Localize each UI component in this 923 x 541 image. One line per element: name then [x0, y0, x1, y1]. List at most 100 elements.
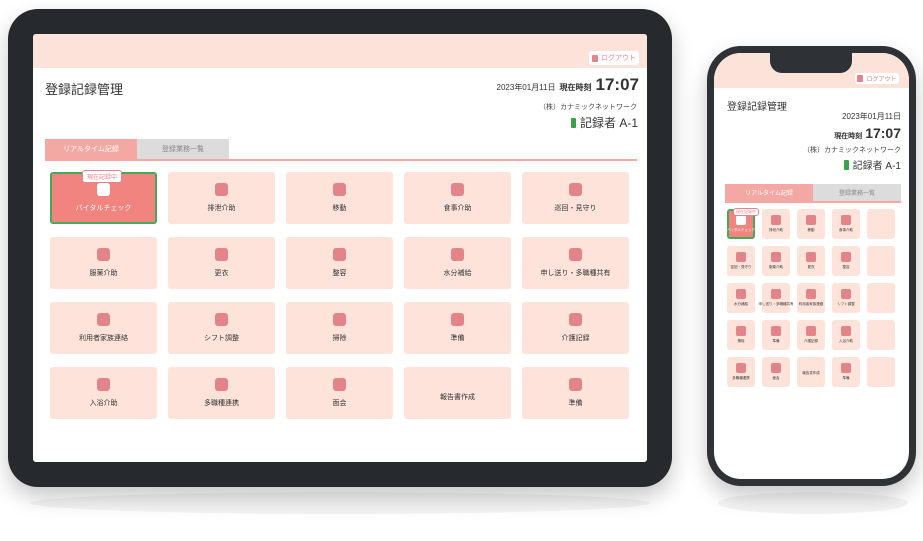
- task-tile[interactable]: 食事介助: [404, 172, 511, 224]
- recording-badge: 現在記録中: [733, 208, 759, 216]
- page-title: 登録記録管理: [727, 102, 787, 113]
- task-label: 掃除: [737, 339, 745, 343]
- task-tile[interactable]: 水分補給: [727, 283, 755, 313]
- task-label: シフト調整: [837, 302, 855, 306]
- recorder-name: 記録者 A-1: [579, 116, 638, 130]
- logout-icon: [592, 54, 598, 62]
- task-label: 水分補給: [734, 302, 748, 306]
- task-label: 申し送り・多職種共有: [758, 302, 794, 306]
- chat-icon: [215, 378, 228, 391]
- logout-button[interactable]: ログアウト: [589, 51, 639, 65]
- task-tile[interactable]: 食事介助: [832, 209, 860, 239]
- task-tile[interactable]: [867, 320, 895, 350]
- task-tile[interactable]: 準備: [832, 357, 860, 387]
- task-label: 水分補給: [443, 270, 472, 277]
- task-label: 整容: [332, 270, 347, 277]
- tab-realtime-record[interactable]: リアルタイム記録: [725, 184, 813, 201]
- current-time-label: 現在時刻: [559, 83, 592, 92]
- task-tile[interactable]: 排泄介助: [762, 209, 790, 239]
- mobile-phone-icon: [843, 159, 849, 170]
- task-label: 介護記録: [804, 339, 818, 343]
- task-tile[interactable]: 報告書作成: [404, 367, 511, 419]
- chat-icon: [736, 363, 746, 373]
- logout-icon: [857, 75, 864, 82]
- task-tile[interactable]: 介護記録: [522, 302, 629, 354]
- task-tile[interactable]: 準備: [522, 367, 629, 419]
- time-row: 現在時刻 17:07: [834, 125, 901, 141]
- heart-rate-icon: [736, 215, 746, 225]
- task-tile[interactable]: 服薬介助: [762, 246, 790, 276]
- task-tile[interactable]: 申し送り・多職種共有: [522, 237, 629, 289]
- heart-rate-icon: [97, 183, 110, 196]
- task-tile[interactable]: シフト調整: [168, 302, 275, 354]
- tab-underline: [725, 201, 901, 203]
- task-tile[interactable]: 移動: [286, 172, 393, 224]
- task-tile[interactable]: 現在記録中 バイタルチェック: [50, 170, 157, 224]
- logout-button[interactable]: ログアウト: [855, 73, 899, 84]
- task-tile[interactable]: 多職種連携: [168, 367, 275, 419]
- task-tile[interactable]: 更衣: [168, 237, 275, 289]
- task-tile[interactable]: 多職種連携: [727, 357, 755, 387]
- task-tile[interactable]: [867, 357, 895, 387]
- task-tile[interactable]: 現在記録中バイタルチェック: [727, 208, 759, 239]
- task-label: バイタルチェック: [727, 228, 755, 232]
- phone-icon: [771, 363, 781, 373]
- pencil-icon: [569, 313, 582, 326]
- calendar-icon: [841, 289, 851, 299]
- task-tile[interactable]: [867, 209, 895, 239]
- fork-knife-icon: [841, 215, 851, 225]
- walking-assist-icon: [333, 183, 346, 196]
- task-tile[interactable]: 利用者家族連絡: [797, 283, 825, 313]
- task-tile[interactable]: 入浴介助: [832, 320, 860, 350]
- task-tile[interactable]: 巡回・見守り: [522, 172, 629, 224]
- task-tile[interactable]: 申し送り・多職種共有: [759, 283, 794, 313]
- task-tile[interactable]: 面会: [286, 367, 393, 419]
- task-tile[interactable]: [867, 283, 895, 313]
- date-text: 2023年01月11日: [842, 112, 901, 121]
- task-tile[interactable]: 巡回・見守り: [727, 246, 755, 276]
- recorder-info: 記録者 A-1: [843, 157, 901, 172]
- shirt-icon: [215, 248, 228, 261]
- recorder-info: 記録者 A-1: [570, 114, 638, 131]
- shirt-icon: [806, 252, 816, 262]
- task-tile[interactable]: 報告書作成: [797, 357, 825, 387]
- task-tile[interactable]: 掃除: [727, 320, 755, 350]
- task-tile[interactable]: 入浴介助: [50, 367, 157, 419]
- task-tile[interactable]: シフト調整: [832, 283, 860, 313]
- task-tile[interactable]: 更衣: [797, 246, 825, 276]
- toilet-icon: [771, 215, 781, 225]
- task-tile[interactable]: 移動: [797, 209, 825, 239]
- task-tile[interactable]: 整容: [832, 246, 860, 276]
- task-label: 申し送り・多職種共有: [540, 270, 611, 277]
- logout-label: ログアウト: [866, 77, 897, 83]
- task-label: 利用者家族連絡: [79, 335, 128, 342]
- tab-realtime-record[interactable]: リアルタイム記録: [45, 139, 137, 159]
- task-tile[interactable]: 介護記録: [797, 320, 825, 350]
- task-tile[interactable]: [867, 246, 895, 276]
- bath-icon: [841, 326, 851, 336]
- task-tile[interactable]: 面会: [762, 357, 790, 387]
- chat-icon: [771, 289, 781, 299]
- task-tile[interactable]: 掃除: [286, 302, 393, 354]
- task-tile[interactable]: 整容: [286, 237, 393, 289]
- walking-assist-icon: [806, 215, 816, 225]
- current-time: 17:07: [595, 75, 639, 94]
- task-tile[interactable]: 利用者家族連絡: [50, 302, 157, 354]
- company-name: （株）カナミックネットワーク: [539, 104, 637, 111]
- nurse-icon: [736, 252, 746, 262]
- tab-registered-tasks[interactable]: 登録業務一覧: [137, 139, 229, 159]
- nurse-icon: [569, 183, 582, 196]
- task-tile[interactable]: 排泄介助: [168, 172, 275, 224]
- tab-registered-tasks[interactable]: 登録業務一覧: [813, 184, 901, 201]
- pill-icon: [97, 248, 110, 261]
- task-label: 服薬介助: [769, 265, 783, 269]
- task-tile[interactable]: 準備: [404, 302, 511, 354]
- task-tile[interactable]: 服薬介助: [50, 237, 157, 289]
- pill-icon: [771, 252, 781, 262]
- edit-note-icon: [569, 378, 582, 391]
- task-label: 食事介助: [839, 228, 853, 232]
- task-label: 面会: [332, 400, 347, 407]
- task-tile[interactable]: 水分補給: [404, 237, 511, 289]
- task-label: 服薬介助: [89, 270, 118, 277]
- task-tile[interactable]: 準備: [762, 320, 790, 350]
